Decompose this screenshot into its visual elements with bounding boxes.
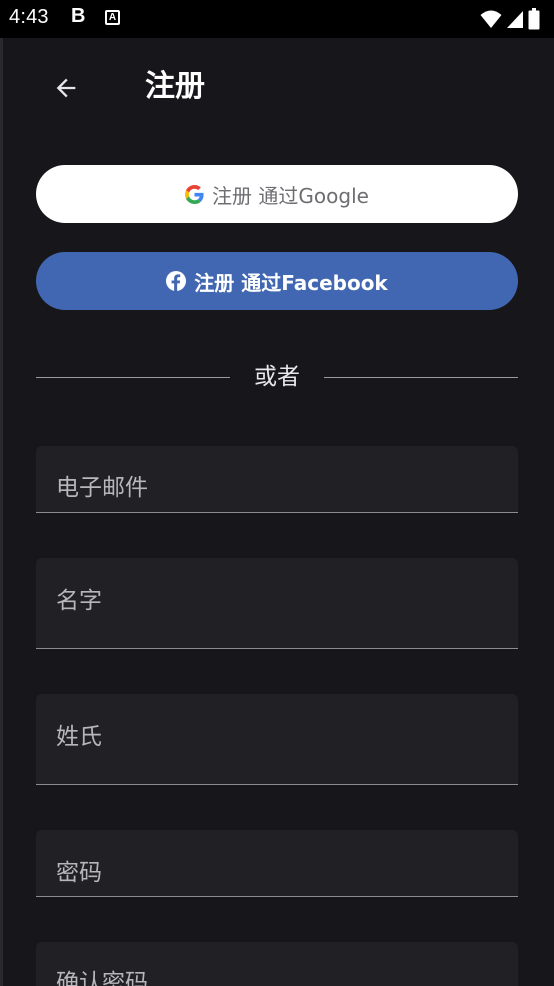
last-name-field[interactable]: 姓氏 [36,694,518,785]
wifi-icon [480,10,502,28]
confirm-password-field-label: 确认密码 [56,970,148,986]
email-field[interactable]: 电子邮件 [36,446,518,513]
back-button[interactable] [42,64,90,112]
password-field[interactable]: 密码 [36,830,518,897]
status-bar: 4:43 B A [0,0,554,38]
facebook-signup-button[interactable]: 注册 通过Facebook [36,252,518,310]
facebook-signup-label: 注册 通过Facebook [194,270,388,295]
google-signup-label: 注册 通过Google [212,183,369,208]
notification-b-icon: B [71,5,86,27]
email-field-label: 电子邮件 [56,475,148,501]
page-title: 注册 [145,69,205,104]
facebook-f-icon [166,271,187,291]
status-icons [480,8,540,30]
first-name-field-label: 名字 [56,588,102,614]
divider-line-right [324,377,518,378]
divider-or-text: 或者 [254,364,300,390]
first-name-field[interactable]: 名字 [36,558,518,649]
status-time: 4:43 [9,6,49,28]
last-name-field-label: 姓氏 [56,724,102,750]
left-edge-strip [0,38,3,986]
signal-icon [507,11,523,28]
arrow-left-icon [56,78,76,98]
confirm-password-field[interactable]: 确认密码 [36,942,518,986]
google-signup-button[interactable]: 注册 通过Google [36,165,518,223]
google-g-icon [185,184,204,204]
divider-line-left [36,377,230,378]
sign-up-screen: 4:43 B A 注册 注册 通过Google 注册 通过Facebook 或者… [0,0,554,986]
battery-icon [528,8,540,30]
notification-a-icon: A [105,10,120,25]
password-field-label: 密码 [56,860,102,886]
